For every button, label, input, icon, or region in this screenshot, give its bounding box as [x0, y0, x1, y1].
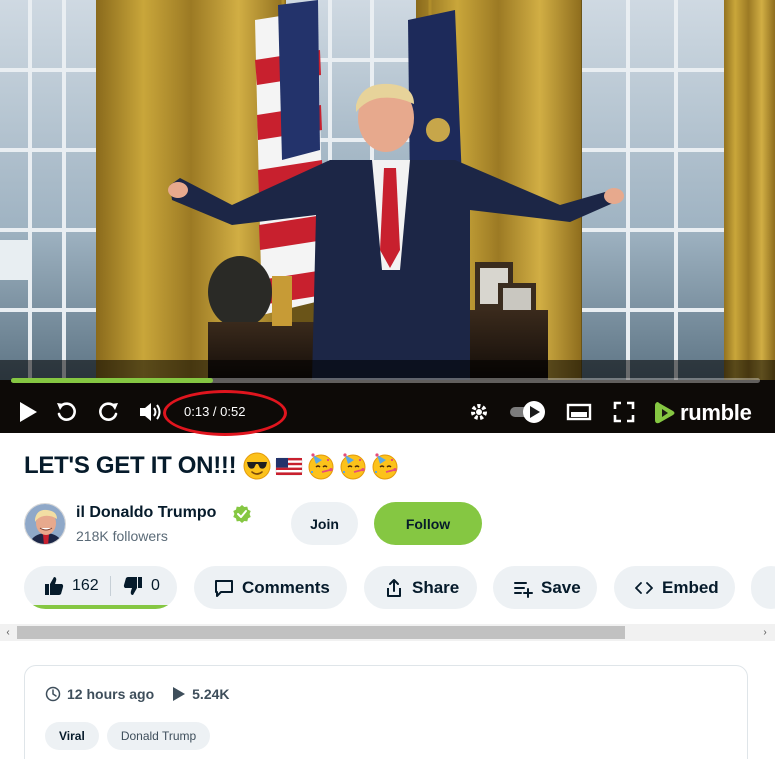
comment-icon [215, 579, 233, 597]
volume-button[interactable] [137, 392, 165, 432]
view-count: 5.24K [172, 686, 230, 702]
tag-chip[interactable]: Viral [45, 722, 99, 750]
thumbs-up-icon [45, 576, 64, 595]
vote-ratio-bar [28, 605, 173, 609]
horizontal-scrollbar[interactable]: ‹ › [0, 624, 775, 641]
progress-bar-fill [11, 378, 214, 383]
playlist-add-icon [514, 581, 533, 598]
avatar-image [25, 504, 65, 544]
fullscreen-icon [613, 401, 635, 423]
title-emojis [239, 452, 399, 480]
replay-icon [57, 402, 76, 421]
upload-time-text: 12 hours ago [67, 686, 155, 702]
us-flag-emoji-icon [276, 457, 303, 476]
partying-face-emoji-icon [308, 453, 334, 480]
theater-icon [566, 403, 592, 421]
video-frame[interactable] [0, 0, 775, 433]
progress-bar[interactable] [11, 378, 760, 383]
sunglasses-emoji-icon [243, 452, 271, 480]
video-player[interactable]: 0:13 / 0:52 rumble [0, 0, 775, 433]
embed-button[interactable]: Embed [614, 566, 735, 609]
partying-face-emoji-icon [372, 453, 398, 480]
theater-mode-button[interactable] [565, 392, 593, 432]
verified-badge-icon [233, 505, 251, 523]
scrollbar-thumb[interactable] [17, 626, 625, 639]
play-button[interactable] [14, 392, 42, 432]
save-button[interactable]: Save [493, 566, 597, 609]
tag-chip[interactable]: Donald Trump [106, 722, 211, 750]
more-actions-button[interactable] [751, 566, 775, 609]
video-title: LET'S GET IT ON!!! [24, 452, 237, 479]
embed-label: Embed [662, 577, 719, 597]
follow-button[interactable]: Follow [374, 502, 482, 545]
downvote-button[interactable]: 0 [111, 566, 177, 605]
video-title-row: LET'S GET IT ON!!! [24, 449, 399, 483]
scroll-left-arrow[interactable]: ‹ [0, 624, 16, 641]
settings-icon [471, 404, 487, 420]
autoplay-toggle[interactable] [508, 392, 548, 432]
rumble-logo-icon [655, 402, 675, 424]
clock-icon [45, 686, 61, 702]
follower-count: 218K followers [76, 528, 168, 544]
play-icon [20, 402, 37, 422]
rumble-logo[interactable]: rumble [654, 400, 752, 426]
rumble-logo-text: rumble [680, 400, 752, 425]
comments-button[interactable]: Comments [194, 566, 347, 609]
code-icon [635, 581, 653, 594]
upvote-button[interactable]: 162 [24, 566, 110, 605]
upload-time: 12 hours ago [45, 686, 154, 702]
partying-face-emoji-icon [340, 453, 366, 480]
settings-button[interactable] [467, 392, 491, 432]
channel-name[interactable]: il Donaldo Trumpo [76, 504, 216, 522]
comments-label: Comments [242, 577, 330, 597]
share-button[interactable]: Share [364, 566, 477, 609]
replay-button[interactable] [53, 392, 79, 432]
time-display: 0:13 / 0:52 [184, 404, 246, 419]
volume-icon [140, 403, 161, 421]
fullscreen-button[interactable] [611, 392, 637, 432]
forward-icon [99, 402, 118, 421]
play-count-icon [173, 687, 186, 701]
view-count-text: 5.24K [192, 686, 230, 702]
share-icon [387, 578, 401, 597]
join-button[interactable]: Join [291, 502, 358, 545]
save-label: Save [541, 577, 581, 597]
thumbs-down-icon [123, 576, 142, 595]
vote-buttons: 162 0 [24, 566, 177, 609]
downvote-count: 0 [151, 576, 160, 594]
autoplay-toggle-icon [510, 401, 545, 423]
share-label: Share [412, 577, 460, 597]
upvote-count: 162 [72, 576, 99, 594]
channel-avatar[interactable] [24, 503, 66, 545]
scroll-right-arrow[interactable]: › [757, 624, 773, 641]
video-info-card: 12 hours ago 5.24K Viral Donald Trump [24, 665, 748, 759]
tag-list: Viral Donald Trump [45, 722, 218, 750]
video-meta: 12 hours ago 5.24K [45, 686, 248, 702]
forward-button[interactable] [96, 392, 122, 432]
